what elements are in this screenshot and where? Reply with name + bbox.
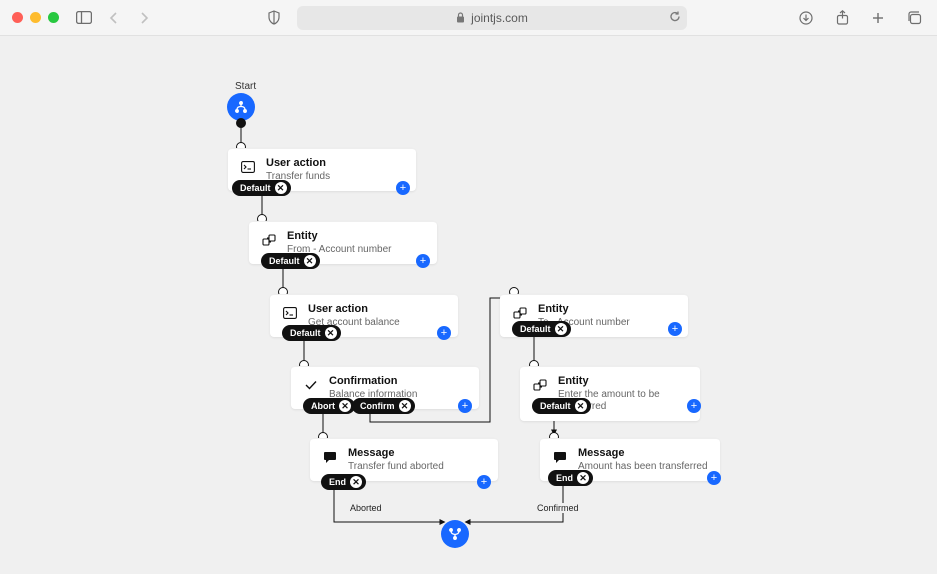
- close-icon[interactable]: ✕: [399, 400, 411, 412]
- reload-button[interactable]: [669, 10, 681, 25]
- window-controls: [12, 12, 59, 23]
- default-branch-pill[interactable]: Default ✕: [232, 180, 291, 196]
- close-icon[interactable]: ✕: [275, 182, 287, 194]
- add-branch-button[interactable]: +: [687, 399, 701, 413]
- default-branch-pill[interactable]: Default ✕: [512, 321, 571, 337]
- tabs-overview-button[interactable]: [903, 7, 925, 29]
- close-icon[interactable]: ✕: [555, 323, 567, 335]
- address-bar-host: jointjs.com: [471, 11, 528, 25]
- pill-label: Confirm: [360, 401, 395, 411]
- address-bar[interactable]: jointjs.com: [297, 6, 687, 30]
- default-branch-pill[interactable]: Default ✕: [282, 325, 341, 341]
- link-label-confirmed: Confirmed: [535, 503, 581, 513]
- entity-icon: [530, 375, 550, 395]
- entity-icon: [259, 230, 279, 250]
- downloads-button[interactable]: [795, 7, 817, 29]
- pill-label: Default: [269, 256, 300, 266]
- add-branch-button[interactable]: +: [396, 181, 410, 195]
- sidebar-toggle-button[interactable]: [73, 7, 95, 29]
- browser-toolbar: jointjs.com: [0, 0, 937, 36]
- prompt-icon: [238, 157, 258, 177]
- add-branch-button[interactable]: +: [668, 322, 682, 336]
- branch-icon: [234, 100, 248, 114]
- pill-label: Default: [520, 324, 551, 334]
- end-branch-pill[interactable]: End ✕: [321, 474, 366, 490]
- add-branch-button[interactable]: +: [458, 399, 472, 413]
- pill-label: Default: [240, 183, 271, 193]
- pill-label: Abort: [311, 401, 335, 411]
- node-title: User action: [308, 303, 400, 316]
- close-icon[interactable]: ✕: [577, 472, 589, 484]
- add-branch-button[interactable]: +: [437, 326, 451, 340]
- close-icon[interactable]: ✕: [304, 255, 316, 267]
- node-subtitle: Transfer fund aborted: [348, 461, 444, 473]
- new-tab-button[interactable]: [867, 7, 889, 29]
- start-node[interactable]: [227, 93, 255, 121]
- default-branch-pill[interactable]: Default ✕: [532, 398, 591, 414]
- node-title: Message: [348, 447, 444, 460]
- node-title: Entity: [287, 230, 391, 243]
- node-title: User action: [266, 157, 330, 170]
- pill-label: Default: [290, 328, 321, 338]
- minimize-window-button[interactable]: [30, 12, 41, 23]
- add-branch-button[interactable]: +: [416, 254, 430, 268]
- close-icon[interactable]: ✕: [339, 400, 351, 412]
- lock-icon: [456, 12, 465, 23]
- message-icon: [550, 447, 570, 467]
- node-title: Entity: [558, 375, 690, 388]
- end-branch-pill[interactable]: End ✕: [548, 470, 593, 486]
- start-label: Start: [235, 81, 256, 92]
- privacy-shield-icon[interactable]: [263, 7, 285, 29]
- abort-branch-pill[interactable]: Abort ✕: [303, 398, 355, 414]
- confirm-branch-pill[interactable]: Confirm ✕: [352, 398, 415, 414]
- diagram-viewport[interactable]: Start User action Transfer funds Default…: [0, 36, 937, 574]
- back-button[interactable]: [103, 7, 125, 29]
- share-button[interactable]: [831, 7, 853, 29]
- forward-button[interactable]: [133, 7, 155, 29]
- pill-label: End: [556, 473, 573, 483]
- pill-label: Default: [540, 401, 571, 411]
- message-icon: [320, 447, 340, 467]
- close-icon[interactable]: ✕: [575, 400, 587, 412]
- default-branch-pill[interactable]: Default ✕: [261, 253, 320, 269]
- link-label-aborted: Aborted: [348, 503, 384, 513]
- close-icon[interactable]: ✕: [350, 476, 362, 488]
- close-icon[interactable]: ✕: [325, 327, 337, 339]
- maximize-window-button[interactable]: [48, 12, 59, 23]
- add-branch-button[interactable]: +: [707, 471, 721, 485]
- close-window-button[interactable]: [12, 12, 23, 23]
- start-out-port[interactable]: [236, 118, 246, 128]
- pill-label: End: [329, 477, 346, 487]
- merge-icon: [448, 527, 462, 541]
- node-title: Message: [578, 447, 708, 460]
- node-title: Entity: [538, 303, 630, 316]
- entity-icon: [510, 303, 530, 323]
- prompt-icon: [280, 303, 300, 323]
- node-subtitle: Amount has been transferred: [578, 461, 708, 473]
- node-title: Confirmation: [329, 375, 417, 388]
- end-node[interactable]: [441, 520, 469, 548]
- diagram-links: [0, 36, 937, 574]
- add-branch-button[interactable]: +: [477, 475, 491, 489]
- check-icon: [301, 375, 321, 395]
